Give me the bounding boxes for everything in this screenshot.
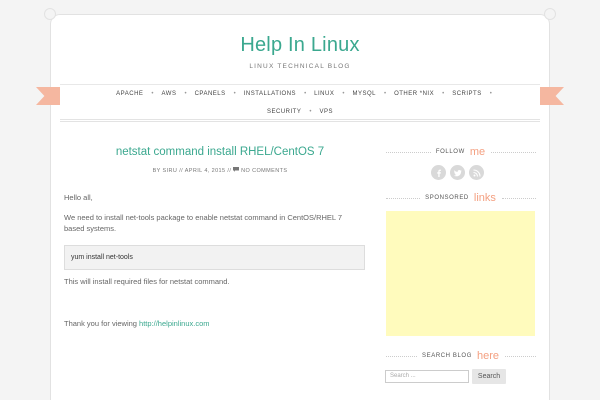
sponsored-label: SPONSORED	[425, 195, 469, 201]
rss-icon[interactable]	[469, 165, 484, 180]
heading-rule	[501, 197, 537, 199]
meta-separator: //	[179, 168, 184, 174]
post-meta: BY SIRU // APRIL 4, 2015 // NO COMMENTS	[64, 167, 376, 174]
search-label: SEARCH BLOG	[422, 353, 472, 359]
follow-heading: FOLLOW me	[386, 145, 536, 159]
follow-label: FOLLOW	[435, 149, 465, 155]
search-accent: here	[476, 350, 499, 362]
nav-item-aws[interactable]: AWS	[154, 91, 185, 97]
site-link[interactable]: http://helpinlinux.com	[139, 319, 209, 328]
nav-item-linux[interactable]: LINUX	[306, 91, 342, 97]
post-paragraph: This will install required files for net…	[64, 277, 230, 286]
nav-item-apache[interactable]: APACHE	[108, 91, 151, 97]
search-heading: SEARCH BLOG here	[386, 349, 537, 363]
meta-separator: //	[227, 168, 232, 174]
sponsored-accent: links	[473, 192, 496, 204]
twitter-icon[interactable]	[450, 165, 465, 180]
code-block: yum install net-tools	[64, 245, 365, 270]
social-links	[431, 165, 484, 180]
facebook-icon[interactable]	[431, 165, 446, 180]
nav-item-installations[interactable]: INSTALLATIONS	[236, 91, 304, 97]
nav-item-security[interactable]: SECURITY	[259, 109, 309, 115]
nav-item-vps[interactable]: VPS	[311, 109, 341, 115]
search-button[interactable]: Search	[472, 369, 506, 384]
post-greeting: Hello all,	[64, 193, 93, 202]
comment-icon	[233, 167, 241, 174]
heading-rule	[386, 151, 431, 153]
sponsored-ad-slot[interactable]	[386, 211, 535, 336]
site-tagline: LINUX TECHNICAL BLOG	[249, 63, 351, 70]
main-nav: APACHE • AWS • CPANELS • INSTALLATIONS •…	[60, 84, 540, 122]
nav-row: APACHE • AWS • CPANELS • INSTALLATIONS •…	[60, 91, 540, 97]
heading-rule	[386, 355, 418, 357]
post-thanks: Thank you for viewing http://helpinlinux…	[64, 318, 364, 329]
post-paragraph: We need to install net-tools package to …	[64, 213, 343, 233]
page-container	[50, 14, 550, 400]
nav-row: SECURITY • VPS	[60, 109, 540, 115]
nav-separator: •	[489, 91, 492, 97]
heading-rule	[505, 355, 537, 357]
heading-rule	[386, 197, 421, 199]
nav-item-cpanels[interactable]: CPANELS	[187, 91, 234, 97]
post-date[interactable]: APRIL 4, 2015	[185, 168, 226, 174]
corner-notch	[544, 8, 556, 20]
thanks-text: Thank you for viewing	[64, 319, 137, 328]
post-comments-link[interactable]: NO COMMENTS	[241, 168, 287, 174]
corner-notch	[44, 8, 56, 20]
search-input[interactable]: Search ...	[385, 370, 469, 383]
post-title[interactable]: netstat command install RHEL/CentOS 7	[64, 146, 376, 158]
site-title[interactable]: Help In Linux	[0, 34, 600, 57]
sponsored-heading: SPONSORED links	[386, 191, 537, 205]
post-author[interactable]: BY SIRU	[153, 168, 178, 174]
nav-item-mysql[interactable]: MYSQL	[344, 91, 384, 97]
nav-item-other-nix[interactable]: OTHER *NIX	[386, 91, 442, 97]
follow-accent: me	[469, 146, 486, 158]
heading-rule	[491, 151, 536, 153]
nav-item-scripts[interactable]: SCRIPTS	[444, 91, 490, 97]
